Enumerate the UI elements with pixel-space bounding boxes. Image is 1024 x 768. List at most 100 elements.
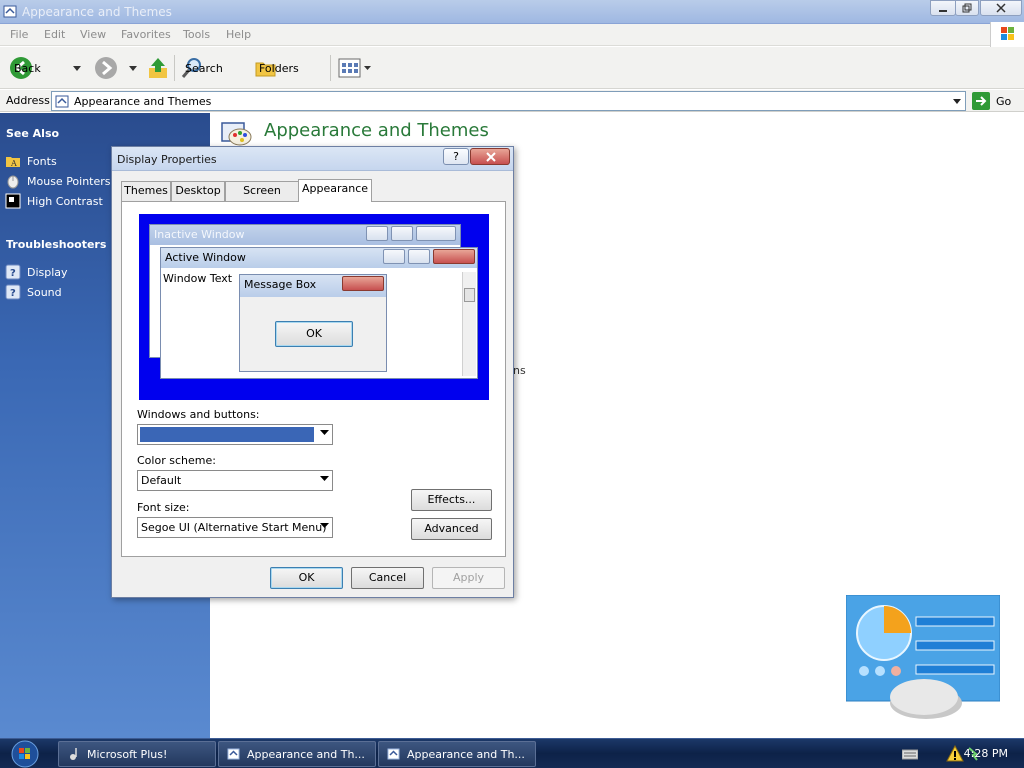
- ok-button[interactable]: OK: [270, 567, 343, 589]
- go-button[interactable]: Go: [972, 91, 1011, 111]
- search-button[interactable]: Search: [180, 55, 223, 81]
- maximize-icon: [408, 249, 430, 264]
- menu-help[interactable]: Help: [226, 28, 251, 41]
- help-icon: ?: [5, 264, 21, 280]
- taskbar-button-appearance-1[interactable]: Appearance and Th...: [218, 741, 376, 767]
- see-also-heading: See Also: [6, 127, 60, 140]
- menu-favorites[interactable]: Favorites: [121, 28, 171, 41]
- keyboard-icon[interactable]: [902, 748, 918, 760]
- close-icon: [996, 3, 1006, 13]
- window-title-bar: Appearance and Themes: [0, 0, 1024, 24]
- mouse-icon: [7, 175, 19, 189]
- font-size-select[interactable]: Segoe UI (Alternative Start Menu): [137, 517, 333, 538]
- menu-bar: File Edit View Favorites Tools Help: [0, 24, 1024, 46]
- preview-ok-button: OK: [275, 321, 353, 347]
- preview-scrollbar: [462, 272, 476, 376]
- minimize-button[interactable]: [930, 0, 956, 16]
- warning-icon[interactable]: [946, 745, 964, 763]
- minimize-icon: [366, 226, 388, 241]
- close-icon: [342, 276, 384, 291]
- chevron-down-icon: [320, 523, 329, 528]
- windows-logo: [990, 22, 1024, 48]
- appearance-themes-icon: [221, 122, 252, 146]
- minimize-icon: [383, 249, 405, 264]
- control-panel-icon: [227, 748, 240, 760]
- address-dropdown-icon[interactable]: [951, 95, 963, 107]
- help-icon: ?: [5, 284, 21, 300]
- control-panel-icon: [387, 748, 400, 760]
- page-title: Appearance and Themes: [264, 120, 489, 141]
- back-button[interactable]: Back: [9, 55, 41, 81]
- note-icon: [70, 748, 77, 760]
- go-arrow-icon: [972, 92, 990, 110]
- display-properties-dialog: Display Properties ? Themes Desktop Scre…: [111, 146, 514, 598]
- hidden-link-text: ns: [513, 364, 526, 377]
- effects-button[interactable]: Effects...: [411, 489, 492, 511]
- control-panel-illustration: [846, 595, 1000, 719]
- dialog-close-button[interactable]: [470, 148, 510, 165]
- advanced-button[interactable]: Advanced: [411, 518, 492, 540]
- taskbar-button-appearance-2[interactable]: Appearance and Th...: [378, 741, 536, 767]
- windows-buttons-select[interactable]: [137, 424, 333, 445]
- preview-message-box: Message Box OK: [239, 274, 387, 372]
- forward-arrow-icon[interactable]: [94, 56, 118, 80]
- menu-edit[interactable]: Edit: [44, 28, 65, 41]
- windows-flag-icon: [1001, 27, 1014, 40]
- svg-text:?: ?: [10, 288, 16, 299]
- taskbar: Microsoft Plus! Appearance and Th... App…: [0, 738, 1024, 768]
- dialog-title: Display Properties: [117, 153, 217, 166]
- back-dropdown-icon[interactable]: [73, 66, 81, 72]
- cancel-button[interactable]: Cancel: [351, 567, 424, 589]
- troubleshooter-sound[interactable]: ? Sound: [5, 284, 62, 300]
- forward-dropdown-icon[interactable]: [129, 66, 137, 72]
- close-icon: [433, 249, 475, 264]
- windows-buttons-label: Windows and buttons:: [137, 408, 260, 421]
- menu-view[interactable]: View: [80, 28, 106, 41]
- troubleshooters-heading: Troubleshooters: [6, 238, 107, 251]
- control-panel-icon: [55, 95, 69, 108]
- clock[interactable]: 4:28 PM: [964, 747, 1008, 760]
- apply-button[interactable]: Apply: [432, 567, 505, 589]
- maximize-icon: [391, 226, 413, 241]
- toolbar: Back Search Folders: [0, 47, 1024, 89]
- views-dropdown-icon[interactable]: [364, 66, 371, 71]
- color-scheme-label: Color scheme:: [137, 454, 216, 467]
- chevron-down-icon: [320, 476, 329, 481]
- appearance-tab-panel: Inactive Window Active Window Window Tex…: [121, 201, 506, 557]
- svg-text:?: ?: [10, 268, 16, 279]
- address-bar: Address Appearance and Themes Go: [0, 90, 1024, 112]
- restore-button[interactable]: [955, 0, 979, 16]
- fonts-folder-icon: A: [6, 157, 20, 168]
- chevron-down-icon: [320, 430, 329, 435]
- restore-icon: [962, 3, 972, 13]
- address-input[interactable]: Appearance and Themes: [51, 91, 966, 111]
- see-also-high-contrast[interactable]: High Contrast: [5, 193, 103, 209]
- color-scheme-select[interactable]: Default: [137, 470, 333, 491]
- see-also-fonts[interactable]: A Fonts: [5, 153, 57, 169]
- menu-file[interactable]: File: [10, 28, 28, 41]
- svg-text:A: A: [10, 159, 17, 168]
- folders-button[interactable]: Folders: [254, 55, 299, 81]
- tab-themes[interactable]: Themes: [121, 181, 171, 201]
- views-icon[interactable]: [338, 57, 362, 79]
- tab-appearance[interactable]: Appearance: [298, 179, 372, 202]
- close-button[interactable]: [980, 0, 1022, 16]
- font-size-label: Font size:: [137, 501, 190, 514]
- appearance-preview: Inactive Window Active Window Window Tex…: [139, 214, 489, 400]
- system-tray: 4:28 PM: [874, 739, 1024, 768]
- tab-desktop[interactable]: Desktop: [171, 181, 225, 201]
- start-button[interactable]: [8, 740, 42, 768]
- up-folder-icon[interactable]: [146, 56, 170, 80]
- control-panel-icon: [3, 5, 17, 18]
- menu-tools[interactable]: Tools: [183, 28, 210, 41]
- see-also-mouse-pointers[interactable]: Mouse Pointers: [5, 173, 111, 189]
- window-title: Appearance and Themes: [22, 5, 172, 19]
- tab-screen-saver[interactable]: Screen Saver: [225, 181, 299, 215]
- dialog-help-button[interactable]: ?: [443, 148, 469, 165]
- taskbar-button-microsoft-plus[interactable]: Microsoft Plus!: [58, 741, 216, 767]
- close-icon: [416, 226, 456, 241]
- close-icon: [486, 152, 496, 162]
- minimize-icon: [939, 10, 947, 12]
- troubleshooter-display[interactable]: ? Display: [5, 264, 68, 280]
- address-label: Address: [6, 94, 50, 107]
